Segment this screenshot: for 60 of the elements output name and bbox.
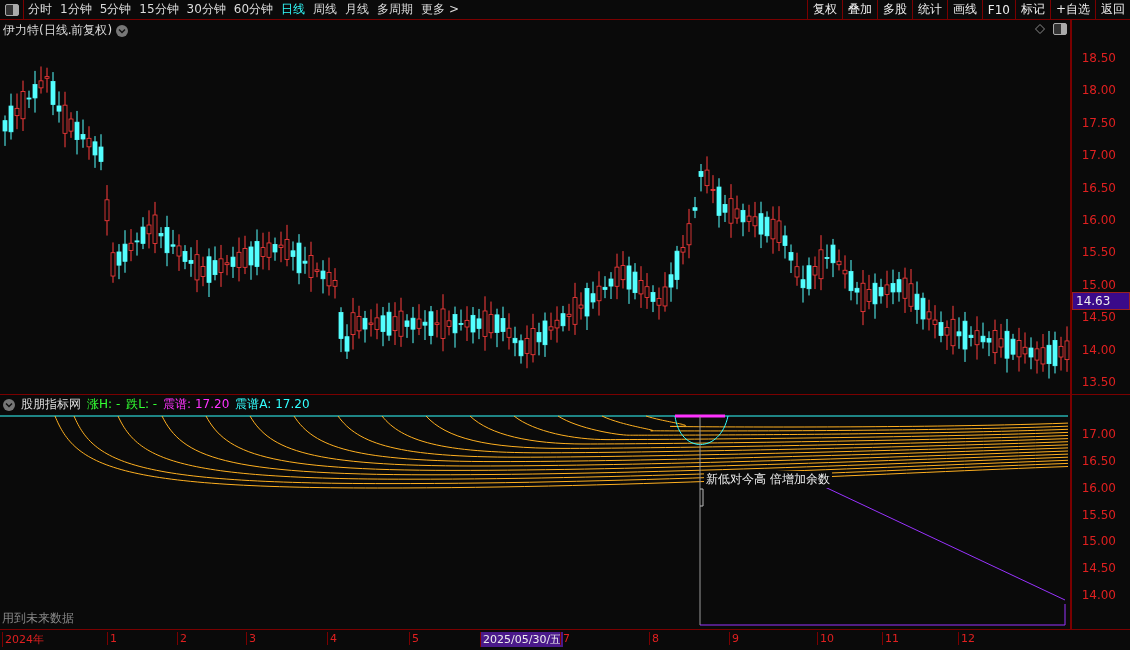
indicator-tick-label: 14.50 [1081, 561, 1116, 576]
date-label: 2 [177, 632, 189, 645]
indicator-tick-label: 15.50 [1081, 507, 1116, 522]
period-tab[interactable]: 30分钟 [182, 0, 230, 19]
date-label: 3 [246, 632, 258, 645]
period-tab[interactable]: 1分钟 [56, 0, 96, 19]
price-tick-label: 14.00 [1081, 342, 1116, 357]
annotation-text: 新低对今高 倍增加余数 [704, 471, 832, 488]
indicator-value: 跌L: - [126, 396, 158, 413]
date-label: 7 [560, 632, 572, 645]
indicator-tick-label: 17.00 [1081, 427, 1116, 441]
period-tab[interactable]: 60分钟 [229, 0, 278, 19]
period-tab[interactable]: 周线 [309, 0, 342, 19]
indicator-name: 股朋指标网 [21, 396, 81, 413]
indicator-tick-label: 16.00 [1081, 480, 1116, 495]
price-tick-label: 14.50 [1081, 310, 1116, 325]
date-label: 4 [327, 632, 339, 645]
future-data-note: 用到未来数据 [2, 610, 74, 627]
toolbar-button[interactable]: +自选 [1049, 0, 1095, 19]
price-tick-label: 16.00 [1081, 213, 1116, 227]
toolbar-button[interactable]: 返回 [1095, 0, 1130, 19]
date-label: 12 [958, 632, 977, 645]
toolbar-button[interactable]: 统计 [911, 0, 947, 19]
toolbar-button[interactable]: 复权 [806, 0, 842, 19]
period-tab[interactable]: 多周期 [373, 0, 418, 19]
price-tick-label: 15.00 [1081, 277, 1116, 292]
indicator-value: 震谱A: 17.20 [235, 396, 310, 413]
toolbar-button[interactable]: 画线 [946, 0, 982, 19]
chart-title: 伊力特(日线.前复权) [3, 22, 113, 39]
date-label: 5 [409, 632, 421, 645]
price-tick-label: 16.50 [1081, 180, 1116, 195]
price-tick-label: 17.00 [1081, 148, 1116, 163]
indicator-tick-label: 14.00 [1081, 588, 1116, 603]
date-label: 2024年 [2, 632, 46, 647]
date-label: 8 [649, 632, 661, 645]
period-tab[interactable]: 分时 [24, 0, 56, 19]
date-label: 9 [729, 632, 741, 645]
toolbar-button[interactable]: F10 [981, 0, 1015, 19]
toolbar-button[interactable]: 多股 [876, 0, 912, 19]
period-tab[interactable]: 5分钟 [95, 0, 136, 19]
period-tab[interactable]: 15分钟 [135, 0, 183, 19]
price-tick-label: 18.50 [1081, 51, 1116, 65]
toolbar-button[interactable]: 叠加 [841, 0, 877, 19]
price-tick-label: 15.50 [1081, 245, 1116, 260]
price-tick-label: 13.50 [1081, 375, 1116, 389]
indicator-tick-label: 15.00 [1081, 534, 1116, 549]
period-tab[interactable]: 更多 > [417, 0, 463, 19]
price-tick-label: 17.50 [1081, 115, 1116, 130]
indicator-value: 涨H: - [87, 396, 121, 413]
toolbar-button[interactable]: 标记 [1014, 0, 1050, 19]
period-tab[interactable]: 月线 [341, 0, 374, 19]
indicator-tick-label: 16.50 [1081, 453, 1116, 468]
date-label: 1 [107, 632, 119, 645]
date-label: 2025/05/30/五 [480, 632, 564, 647]
indicator-value: 震谱: 17.20 [163, 396, 230, 413]
period-tab[interactable]: 日线 [277, 0, 310, 19]
date-label: 10 [817, 632, 836, 645]
date-label: 11 [882, 632, 901, 645]
last-price-label: 14.63 [1072, 292, 1130, 310]
price-tick-label: 18.00 [1081, 83, 1116, 98]
